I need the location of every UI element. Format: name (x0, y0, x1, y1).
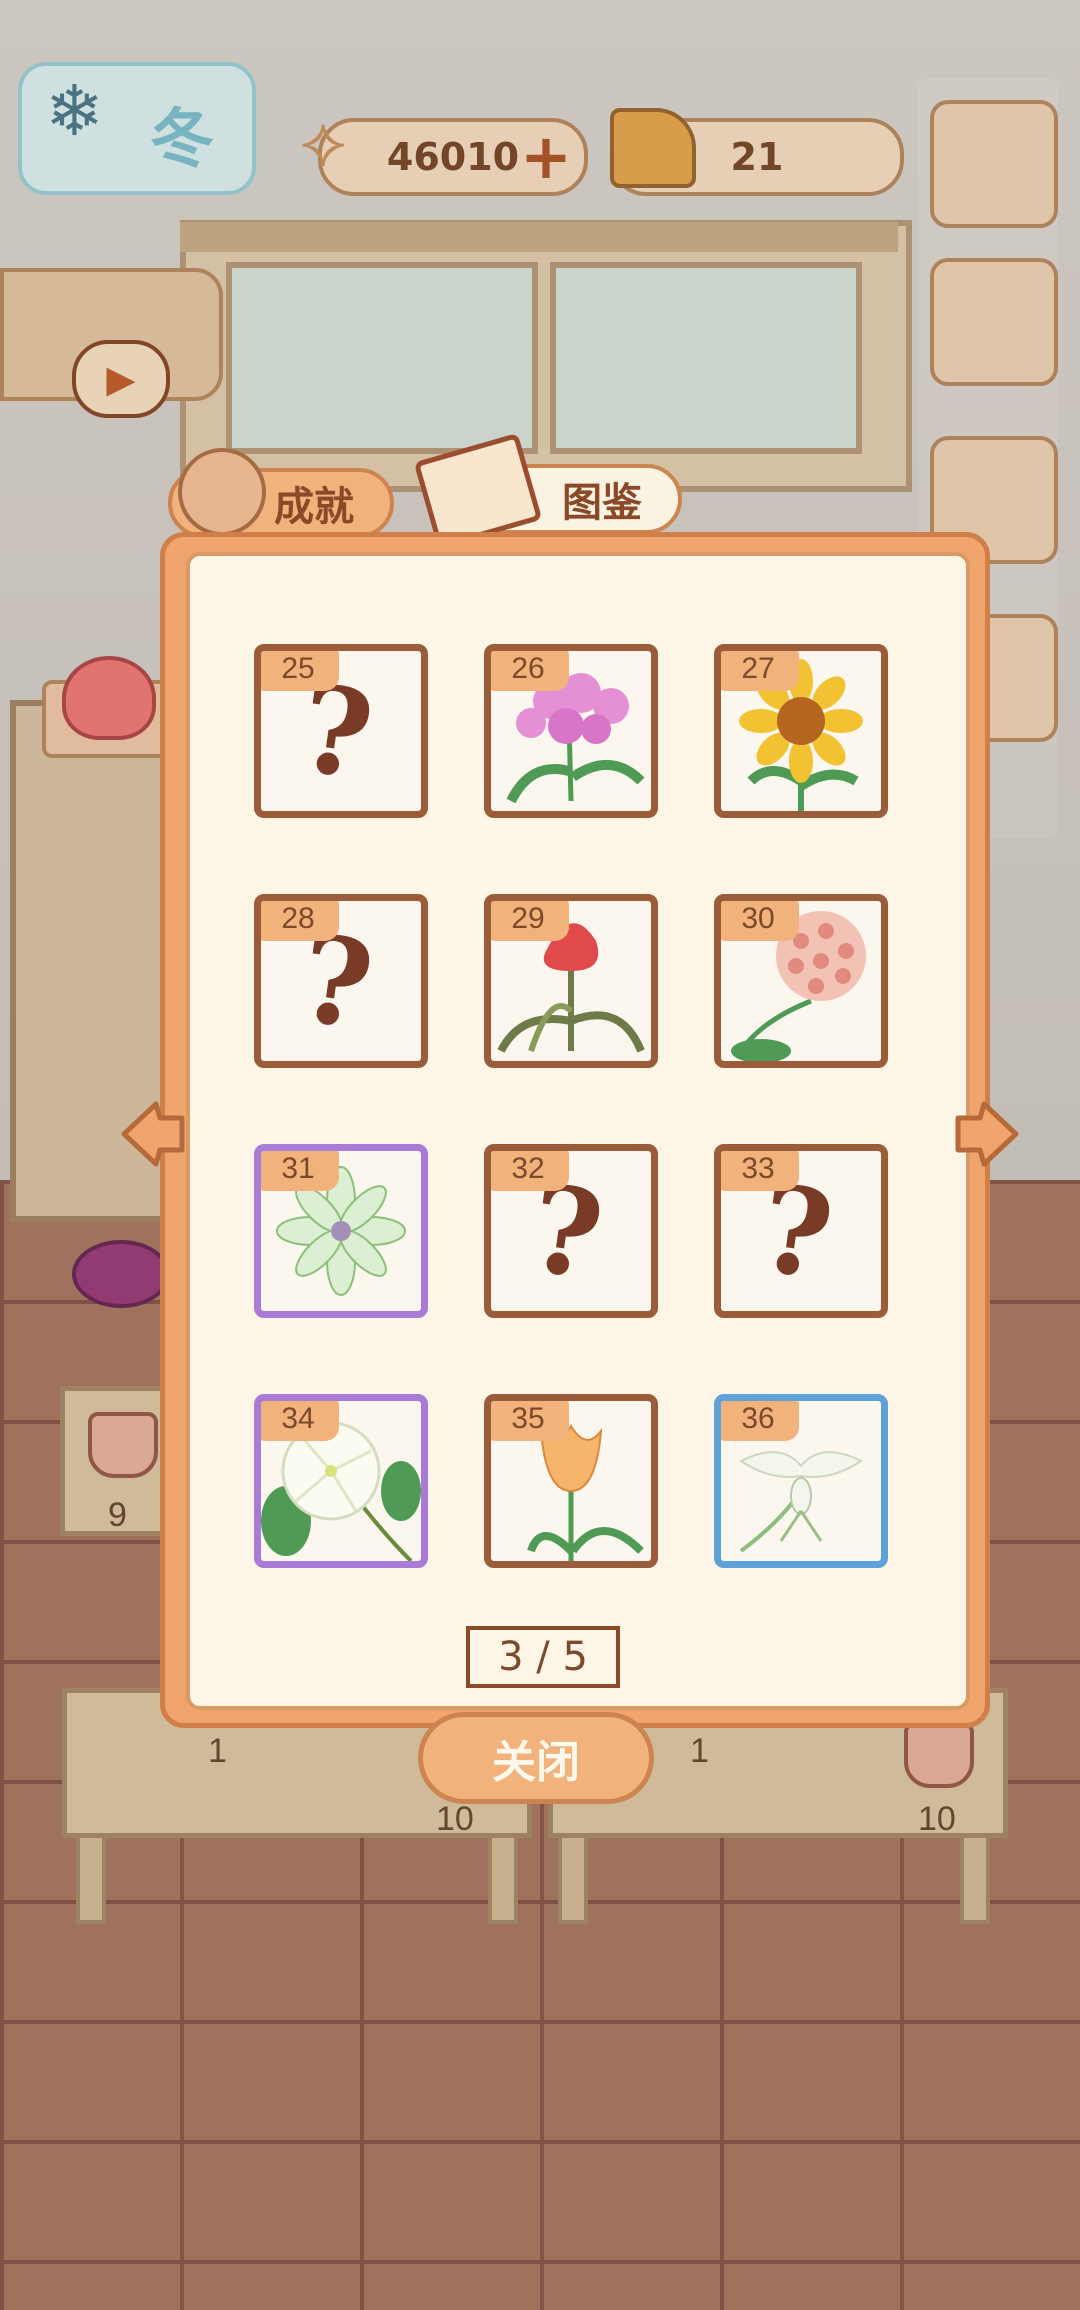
cell-number: 28 (261, 901, 339, 941)
tab-collection-label: 图鉴 (562, 480, 642, 526)
cell-number: 27 (721, 651, 799, 691)
cell-number: 34 (261, 1401, 339, 1441)
page-indicator: 3 / 5 (466, 1626, 620, 1688)
collection-cell-27[interactable]: 27 (714, 644, 888, 818)
collection-cell-28[interactable]: ? 28 (254, 894, 428, 1068)
cell-number: 35 (491, 1401, 569, 1441)
trophy-icon (178, 448, 266, 536)
collection-cell-33[interactable]: ? 33 (714, 1144, 888, 1318)
cell-number: 25 (261, 651, 339, 691)
cell-number: 31 (261, 1151, 339, 1191)
collection-cell-29[interactable]: 29 (484, 894, 658, 1068)
cell-number: 29 (491, 901, 569, 941)
cell-number: 36 (721, 1401, 799, 1441)
cell-number: 32 (491, 1151, 569, 1191)
cell-number: 30 (721, 901, 799, 941)
next-page-arrow-icon[interactable] (952, 1098, 1022, 1170)
close-button-label: 关闭 (492, 1737, 580, 1788)
collection-cell-26[interactable]: 26 (484, 644, 658, 818)
collection-cell-31[interactable]: 31 (254, 1144, 428, 1318)
tab-achievements-label: 成就 (274, 484, 354, 530)
cell-number: 26 (491, 651, 569, 691)
collection-cell-32[interactable]: ? 32 (484, 1144, 658, 1318)
cell-number: 33 (721, 1151, 799, 1191)
collection-cell-34[interactable]: 34 (254, 1394, 428, 1568)
collection-cell-25[interactable]: ? 25 (254, 644, 428, 818)
collection-cell-36[interactable]: 36 (714, 1394, 888, 1568)
previous-page-arrow-icon[interactable] (118, 1098, 188, 1170)
collection-cell-35[interactable]: 35 (484, 1394, 658, 1568)
close-button[interactable]: 关闭 (418, 1712, 654, 1804)
collection-cell-30[interactable]: 30 (714, 894, 888, 1068)
